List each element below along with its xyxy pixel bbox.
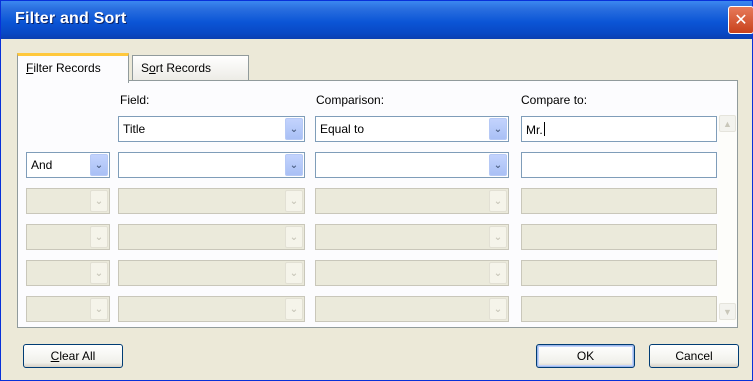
comparison-select: ⌄ — [315, 188, 509, 214]
chevron-down-icon[interactable]: ⌄ — [285, 154, 303, 176]
comparison-header: Comparison: — [316, 93, 385, 107]
tab-sort-prefix: S — [141, 61, 150, 75]
tab-sort-accel: o — [149, 61, 156, 75]
chevron-down-icon: ⌄ — [285, 226, 303, 248]
ok-label: OK — [576, 349, 595, 363]
vertical-scrollbar[interactable]: ▲ ▼ — [718, 115, 737, 323]
field-select[interactable]: Title ⌄ — [118, 116, 305, 142]
comparison-select[interactable]: Equal to ⌄ — [315, 116, 509, 142]
chevron-down-icon[interactable]: ⌄ — [489, 118, 507, 140]
comparison-select: ⌄ — [315, 296, 509, 322]
compare-to-input — [521, 188, 717, 214]
compare-to-input[interactable] — [521, 152, 717, 178]
chevron-up-icon: ▲ — [723, 118, 732, 129]
compare-to-value: Mr. — [526, 122, 545, 137]
compare-to-header: Compare to: — [521, 93, 588, 107]
filter-records-panel: Field: Comparison: Compare to: Title ⌄ Equ… — [17, 80, 738, 328]
chevron-down-icon: ⌄ — [90, 190, 108, 212]
compare-to-input — [521, 224, 717, 250]
field-select: ⌄ — [118, 224, 305, 250]
scroll-down-button[interactable]: ▼ — [719, 303, 736, 320]
chevron-down-icon: ⌄ — [285, 262, 303, 284]
comparison-value: Equal to — [320, 122, 365, 136]
tab-filter-label: ilter Records — [33, 61, 101, 75]
field-select[interactable]: ⌄ — [118, 152, 305, 178]
field-select: ⌄ — [118, 296, 305, 322]
filter-and-sort-dialog: Filter and Sort ✕ Filter Records Sort Re… — [0, 0, 753, 381]
chevron-down-icon[interactable]: ⌄ — [90, 154, 108, 176]
chevron-down-icon[interactable]: ⌄ — [285, 118, 303, 140]
clear-all-label: lear All — [59, 349, 96, 363]
comparison-select: ⌄ — [315, 260, 509, 286]
tab-sort-label: rt Records — [155, 61, 212, 75]
tab-filter-records[interactable]: Filter Records — [17, 53, 129, 83]
conjunction-select: ⌄ — [26, 296, 110, 322]
field-select: ⌄ — [118, 260, 305, 286]
chevron-down-icon: ▼ — [723, 306, 732, 317]
tab-sort-records[interactable]: Sort Records — [132, 55, 249, 81]
chevron-down-icon: ⌄ — [489, 226, 507, 248]
scroll-up-button[interactable]: ▲ — [719, 115, 736, 132]
cancel-label: Cancel — [675, 349, 713, 363]
clear-all-accel: C — [50, 349, 60, 363]
conjunction-select: ⌄ — [26, 260, 110, 286]
close-icon: ✕ — [734, 12, 748, 29]
title-bar[interactable]: Filter and Sort ✕ — [1, 1, 753, 39]
field-header: Field: — [120, 93, 150, 107]
chevron-down-icon[interactable]: ⌄ — [489, 154, 507, 176]
conjunction-value: And — [31, 158, 53, 172]
compare-to-input — [521, 296, 717, 322]
close-button[interactable]: ✕ — [728, 6, 753, 34]
conjunction-select: ⌄ — [26, 188, 110, 214]
ok-button[interactable]: OK — [536, 344, 635, 368]
chevron-down-icon: ⌄ — [90, 226, 108, 248]
chevron-down-icon: ⌄ — [489, 262, 507, 284]
field-select: ⌄ — [118, 188, 305, 214]
comparison-select: ⌄ — [315, 224, 509, 250]
conjunction-select[interactable]: And ⌄ — [26, 152, 110, 178]
compare-to-input — [521, 260, 717, 286]
conjunction-select: ⌄ — [26, 224, 110, 250]
cancel-button[interactable]: Cancel — [649, 344, 739, 368]
chevron-down-icon: ⌄ — [285, 190, 303, 212]
text-caret — [543, 122, 545, 136]
chevron-down-icon: ⌄ — [489, 298, 507, 320]
chevron-down-icon: ⌄ — [90, 298, 108, 320]
chevron-down-icon: ⌄ — [285, 298, 303, 320]
field-value: Title — [123, 122, 146, 136]
dialog-title: Filter and Sort — [15, 10, 127, 27]
clear-all-button[interactable]: Clear All — [23, 344, 123, 368]
chevron-down-icon: ⌄ — [489, 190, 507, 212]
comparison-select[interactable]: ⌄ — [315, 152, 509, 178]
compare-to-input[interactable]: Mr. — [521, 116, 717, 142]
chevron-down-icon: ⌄ — [90, 262, 108, 284]
